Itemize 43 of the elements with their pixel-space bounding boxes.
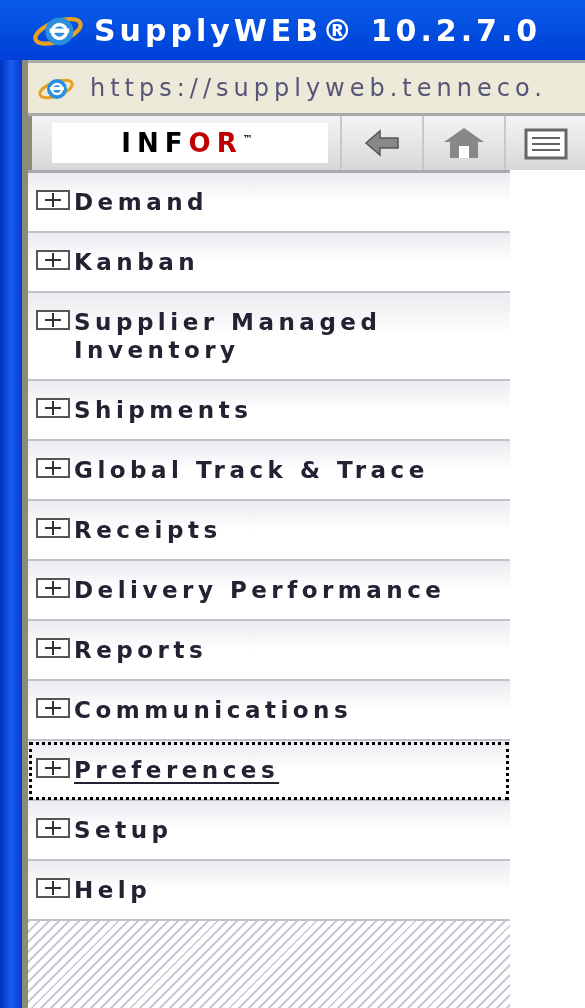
menu-label: Global Track & Trace — [74, 456, 429, 484]
menu-label: Kanban — [74, 248, 200, 276]
menu-item[interactable]: Supplier Managed Inventory — [28, 293, 510, 381]
menu-label: Delivery Performance — [74, 576, 446, 604]
expand-icon[interactable] — [36, 758, 70, 778]
menu-label: Receipts — [74, 516, 222, 544]
logo: INF OR™ — [52, 123, 328, 163]
menu-item[interactable]: Shipments — [28, 381, 510, 441]
expand-icon[interactable] — [36, 398, 70, 418]
window-title: SupplyWEB® 10.2.7.0 — [94, 11, 542, 50]
menu-item[interactable]: Global Track & Trace — [28, 441, 510, 501]
url-text: https://supplyweb.tenneco. — [90, 73, 547, 104]
menu-label: Preferences — [74, 756, 280, 784]
expand-icon[interactable] — [36, 578, 70, 598]
menu-item[interactable]: Demand — [28, 173, 510, 233]
home-icon — [442, 126, 486, 160]
menu-label: Supplier Managed Inventory — [74, 308, 383, 364]
expand-icon[interactable] — [36, 878, 70, 898]
menu-label: Setup — [74, 816, 173, 844]
expand-icon[interactable] — [36, 190, 70, 210]
address-bar[interactable]: https://supplyweb.tenneco. — [28, 60, 585, 116]
back-arrow-icon — [364, 128, 400, 158]
expand-icon[interactable] — [36, 698, 70, 718]
menu-item[interactable]: Setup — [28, 801, 510, 861]
menu-label: Demand — [74, 188, 208, 216]
menu-item[interactable]: Reports — [28, 621, 510, 681]
expand-icon[interactable] — [36, 310, 70, 330]
expand-icon[interactable] — [36, 518, 70, 538]
menu-label: Communications — [74, 696, 353, 724]
menu-label: Help — [74, 876, 152, 904]
menu-item[interactable]: Communications — [28, 681, 510, 741]
menu-item[interactable]: Preferences — [28, 741, 510, 801]
menu-label: Shipments — [74, 396, 253, 424]
expand-icon[interactable] — [36, 638, 70, 658]
document-list-icon — [524, 126, 568, 160]
menu-item[interactable]: Receipts — [28, 501, 510, 561]
expand-icon[interactable] — [36, 458, 70, 478]
expand-icon[interactable] — [36, 818, 70, 838]
expand-icon[interactable] — [36, 250, 70, 270]
menu-label: Reports — [74, 636, 208, 664]
menu-item[interactable]: Kanban — [28, 233, 510, 293]
menu-item[interactable]: Help — [28, 861, 510, 921]
menu-item[interactable]: Delivery Performance — [28, 561, 510, 621]
